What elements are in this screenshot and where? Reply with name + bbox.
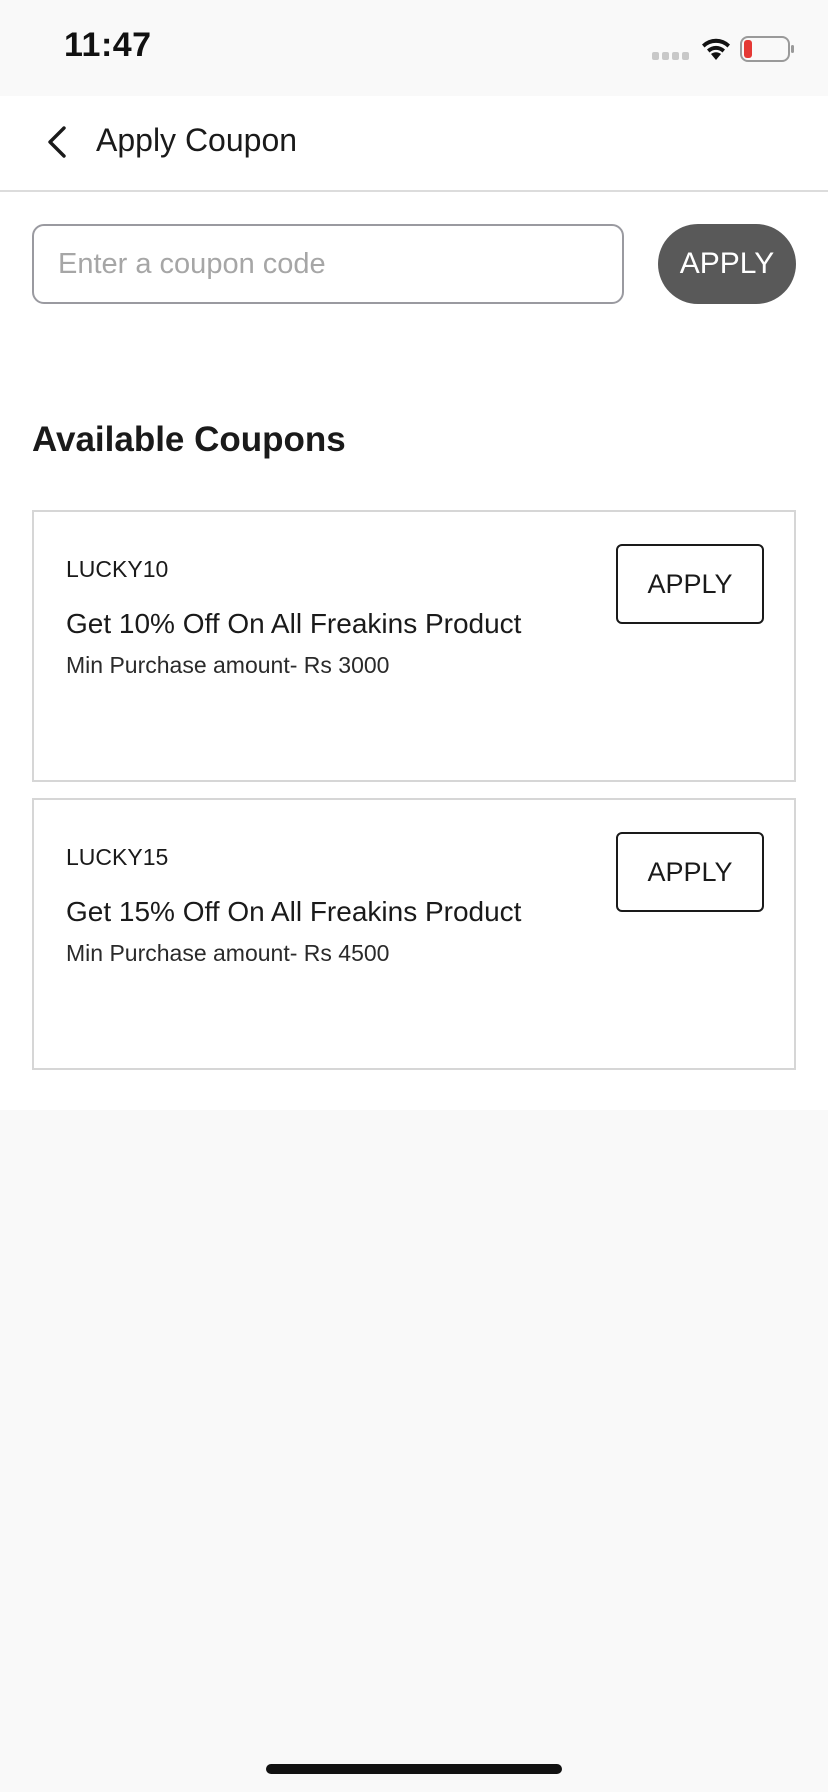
coupon-apply-button[interactable]: APPLY [616, 832, 764, 912]
back-button[interactable] [34, 116, 80, 168]
app-header: Apply Coupon [0, 96, 828, 192]
coupon-min-purchase: Min Purchase amount- Rs 4500 [66, 940, 390, 966]
status-time: 11:47 [64, 26, 152, 64]
wifi-icon [702, 38, 730, 60]
page-title: Apply Coupon [96, 122, 298, 158]
coupon-code: LUCKY15 [66, 844, 169, 870]
coupon-description: Get 10% Off On All Freakins Product [66, 608, 522, 639]
coupon-card: LUCKY10 Get 10% Off On All Freakins Prod… [32, 510, 796, 782]
coupon-code-input[interactable] [32, 224, 624, 304]
signal-dots-icon [652, 52, 689, 60]
battery-icon [740, 36, 794, 62]
coupon-description: Get 15% Off On All Freakins Product [66, 896, 522, 927]
apply-coupon-button[interactable]: APPLY [658, 224, 796, 304]
home-indicator [266, 1764, 562, 1774]
chevron-left-icon [48, 126, 66, 158]
status-bar: 11:47 [0, 0, 828, 96]
coupon-apply-button[interactable]: APPLY [616, 544, 764, 624]
coupon-panel: APPLY Available Coupons LUCKY10 Get 10% … [0, 192, 828, 1110]
available-coupons-heading: Available Coupons [32, 420, 346, 459]
coupon-code: LUCKY10 [66, 556, 169, 582]
coupon-card: LUCKY15 Get 15% Off On All Freakins Prod… [32, 798, 796, 1070]
coupon-min-purchase: Min Purchase amount- Rs 3000 [66, 652, 390, 678]
